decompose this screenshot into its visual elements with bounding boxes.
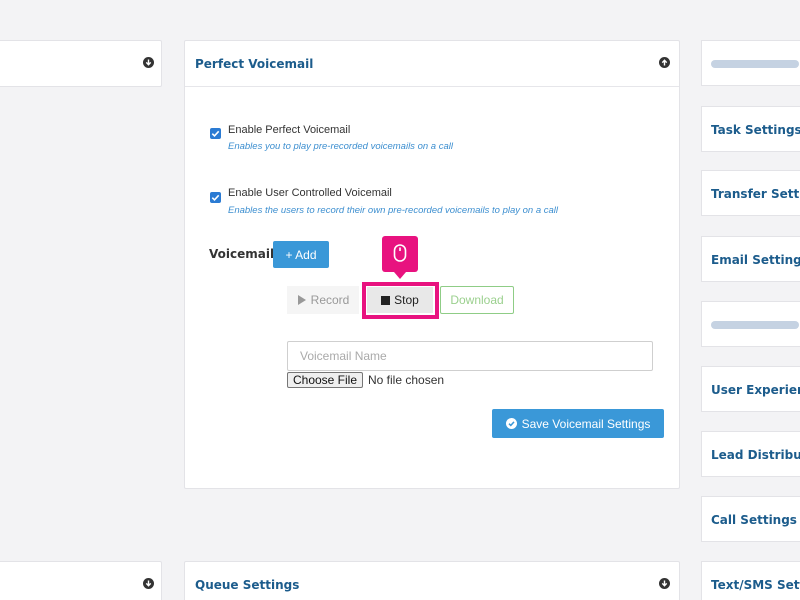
card-title: Email Settings bbox=[711, 253, 800, 267]
option-help-text: Enables the users to record their own pr… bbox=[228, 205, 559, 216]
voicemail-name-input[interactable] bbox=[287, 341, 653, 371]
circle-arrow-up-icon[interactable] bbox=[659, 57, 670, 68]
cursor-indicator bbox=[382, 236, 418, 279]
right-card-transfer-settings[interactable]: Transfer Setting bbox=[701, 170, 800, 216]
enable-perfect-voicemail-checkbox[interactable] bbox=[210, 128, 221, 139]
right-card-call-settings[interactable]: Call Settings bbox=[701, 496, 800, 542]
add-voicemail-button[interactable]: + Add bbox=[273, 241, 329, 268]
option-label: Enable Perfect Voicemail bbox=[228, 124, 351, 136]
panel-header[interactable]: Perfect Voicemail bbox=[185, 41, 679, 87]
save-button-label: Save Voicemail Settings bbox=[521, 416, 651, 431]
download-button[interactable]: Download bbox=[440, 286, 514, 314]
card-title: Transfer Setting bbox=[711, 187, 800, 201]
option-label: Enable User Controlled Voicemail bbox=[228, 187, 392, 199]
voicemails-label: Voicemails bbox=[209, 247, 282, 261]
file-status: No file chosen bbox=[368, 373, 445, 387]
circle-arrow-down-icon[interactable] bbox=[143, 57, 154, 68]
right-card-lead-distribution[interactable]: Lead Distributio bbox=[701, 431, 800, 477]
collapsed-panel-left-top[interactable] bbox=[0, 40, 162, 87]
option-help-text: Enables you to play pre-recorded voicema… bbox=[228, 141, 453, 152]
right-card-task-settings[interactable]: Task Settings bbox=[701, 106, 800, 152]
right-card-blurred[interactable] bbox=[701, 301, 800, 347]
card-title: Call Settings bbox=[711, 513, 797, 527]
record-button[interactable]: Record bbox=[287, 286, 359, 314]
collapsed-panel-left-bottom[interactable] bbox=[0, 561, 162, 600]
circle-arrow-down-icon[interactable] bbox=[659, 578, 670, 589]
panel-title: Perfect Voicemail bbox=[195, 57, 314, 71]
right-card-email-settings[interactable]: Email Settings bbox=[701, 236, 800, 282]
click-highlight bbox=[362, 282, 439, 319]
record-button-label: Record bbox=[310, 293, 350, 307]
card-title: User Experience bbox=[711, 383, 800, 397]
right-card-blurred[interactable] bbox=[701, 40, 800, 86]
right-card-user-experience[interactable]: User Experience bbox=[701, 366, 800, 412]
card-title: Text/SMS Setting bbox=[711, 578, 800, 592]
save-voicemail-settings-button[interactable]: Save Voicemail Settings bbox=[492, 409, 664, 438]
blurred-title bbox=[711, 60, 799, 68]
card-title: Lead Distributio bbox=[711, 448, 800, 462]
circle-arrow-down-icon[interactable] bbox=[143, 578, 154, 589]
right-card-text-sms-settings[interactable]: Text/SMS Setting bbox=[701, 561, 800, 600]
card-title: Task Settings bbox=[711, 123, 800, 137]
panel-title: Queue Settings bbox=[195, 578, 300, 592]
enable-user-controlled-voicemail-checkbox[interactable] bbox=[210, 192, 221, 203]
mouse-icon bbox=[393, 244, 407, 262]
play-icon bbox=[297, 295, 306, 305]
choose-file-button[interactable]: Choose File bbox=[287, 372, 363, 388]
blurred-title bbox=[711, 321, 799, 329]
queue-settings-panel[interactable]: Queue Settings bbox=[184, 561, 680, 600]
check-circle-icon bbox=[505, 418, 517, 429]
